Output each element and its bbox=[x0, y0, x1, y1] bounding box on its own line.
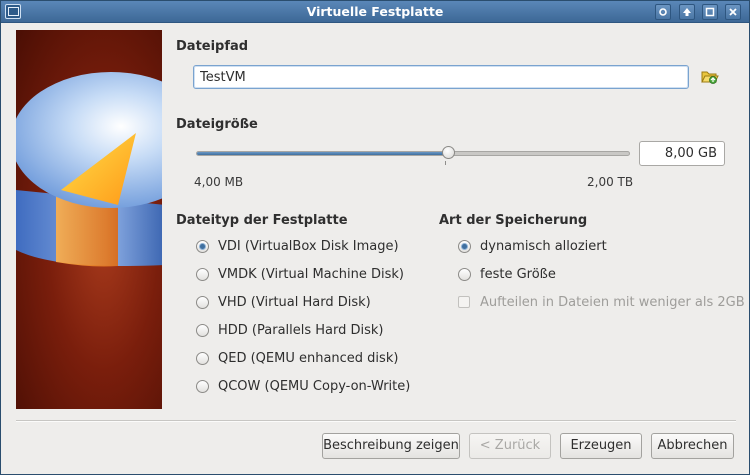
radio-button[interactable] bbox=[196, 239, 209, 253]
back-button[interactable]: < Zurück bbox=[469, 433, 551, 459]
file-path-label: Dateipfad bbox=[176, 39, 249, 54]
radio-button[interactable] bbox=[196, 295, 209, 309]
radio-vdi[interactable]: VDI (VirtualBox Disk Image) bbox=[196, 237, 399, 255]
radio-fixed[interactable]: feste Größe bbox=[458, 265, 556, 283]
hard-disk-illustration bbox=[16, 72, 162, 267]
storage-type-label: Art der Speicherung bbox=[439, 213, 588, 228]
radio-label: HDD (Parallels Hard Disk) bbox=[218, 322, 384, 338]
radio-label: feste Größe bbox=[480, 266, 556, 282]
maximize-button[interactable] bbox=[702, 4, 718, 20]
close-icon bbox=[729, 8, 737, 16]
radio-button[interactable] bbox=[458, 267, 471, 281]
radio-qed[interactable]: QED (QEMU enhanced disk) bbox=[196, 349, 398, 367]
file-size-input[interactable]: 8,00 GB bbox=[639, 141, 725, 166]
dialog-window: Virtuelle Festplatte Dateipfad TestVM Da… bbox=[0, 0, 750, 475]
radio-button[interactable] bbox=[196, 323, 209, 337]
split-files-checkbox[interactable]: Aufteilen in Dateien mit weniger als 2GB bbox=[458, 293, 745, 311]
file-size-label: Dateigröße bbox=[176, 117, 258, 132]
radio-vhd[interactable]: VHD (Virtual Hard Disk) bbox=[196, 293, 371, 311]
folder-open-icon[interactable] bbox=[701, 68, 719, 86]
radio-qcow[interactable]: QCOW (QEMU Copy-on-Write) bbox=[196, 377, 410, 395]
file-path-input[interactable] bbox=[193, 65, 689, 89]
radio-label: VMDK (Virtual Machine Disk) bbox=[218, 266, 405, 282]
circle-icon bbox=[659, 8, 667, 16]
size-min-label: 4,00 MB bbox=[194, 175, 244, 189]
window-menu-button[interactable] bbox=[655, 4, 671, 20]
separator bbox=[16, 420, 736, 422]
radio-label: VHD (Virtual Hard Disk) bbox=[218, 294, 371, 310]
radio-hdd[interactable]: HDD (Parallels Hard Disk) bbox=[196, 321, 384, 339]
radio-button[interactable] bbox=[196, 267, 209, 281]
radio-button[interactable] bbox=[196, 351, 209, 365]
slider-tick bbox=[445, 161, 446, 165]
window-title: Virtuelle Festplatte bbox=[306, 4, 444, 19]
radio-label: QCOW (QEMU Copy-on-Write) bbox=[218, 378, 411, 394]
maximize-icon bbox=[705, 7, 715, 17]
disk-type-label: Dateityp der Festplatte bbox=[176, 213, 348, 228]
wizard-banner-image bbox=[16, 30, 162, 409]
size-max-label: 2,00 TB bbox=[587, 175, 634, 189]
show-description-button[interactable]: Beschreibung zeigen bbox=[322, 433, 460, 459]
arrow-up-icon bbox=[683, 8, 691, 16]
create-button[interactable]: Erzeugen bbox=[560, 433, 642, 459]
cancel-button[interactable]: Abbrechen bbox=[651, 433, 734, 459]
file-size-slider-track[interactable] bbox=[196, 151, 630, 156]
file-size-slider-handle[interactable] bbox=[442, 146, 455, 159]
radio-label: QED (QEMU enhanced disk) bbox=[218, 350, 399, 366]
checkbox[interactable] bbox=[458, 296, 470, 308]
radio-button[interactable] bbox=[458, 239, 471, 253]
radio-label: dynamisch alloziert bbox=[480, 238, 607, 254]
radio-button[interactable] bbox=[196, 379, 209, 393]
radio-label: VDI (VirtualBox Disk Image) bbox=[218, 238, 399, 254]
close-button[interactable] bbox=[725, 4, 741, 20]
file-size-slider-fill bbox=[197, 152, 449, 155]
title-bar[interactable]: Virtuelle Festplatte bbox=[1, 1, 749, 23]
radio-dynamic[interactable]: dynamisch alloziert bbox=[458, 237, 607, 255]
checkbox-label: Aufteilen in Dateien mit weniger als 2GB bbox=[480, 294, 745, 310]
radio-vmdk[interactable]: VMDK (Virtual Machine Disk) bbox=[196, 265, 404, 283]
keep-above-button[interactable] bbox=[679, 4, 695, 20]
